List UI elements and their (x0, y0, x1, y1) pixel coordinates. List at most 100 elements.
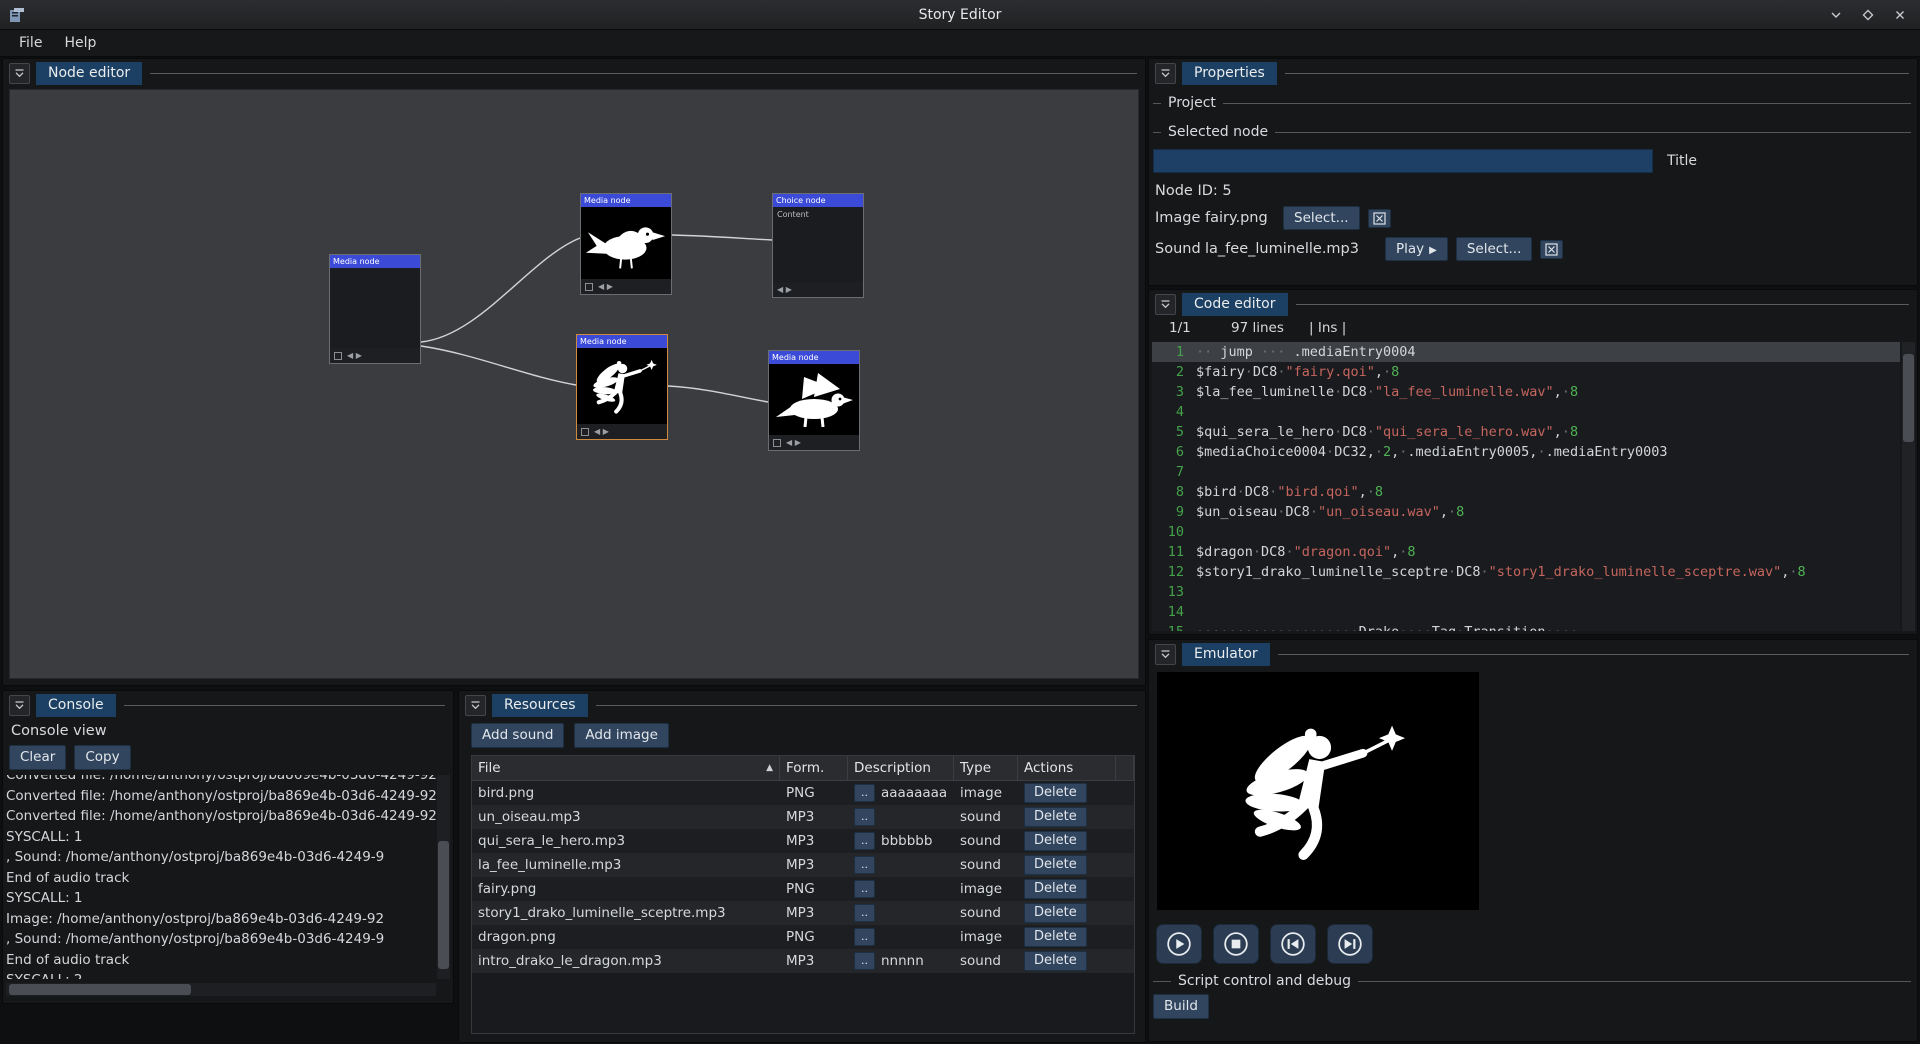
description-edit-button[interactable]: .. (854, 856, 875, 874)
node-nav-icons[interactable]: ◀ ▶ (594, 427, 609, 436)
node-controls[interactable]: ◀ ▶ (581, 279, 671, 294)
format-column-header[interactable]: Form. (780, 756, 848, 780)
node-nav-icons[interactable]: ◀ ▶ (786, 438, 801, 447)
resource-row[interactable]: bird.pngPNG..aaaaaaaaaimageDelete (472, 781, 1134, 805)
clear-button[interactable]: Clear (9, 745, 66, 770)
node-controls[interactable]: ◀ ▶ (577, 424, 667, 439)
node-nav-icons[interactable]: ◀ ▶ (598, 282, 613, 291)
console-log[interactable]: Converted file: /home/anthony/ostproj/ba… (6, 775, 436, 979)
code-line[interactable]: 4 (1152, 402, 1900, 422)
description-edit-button[interactable]: .. (854, 904, 875, 922)
scrollbar-thumb[interactable] (438, 841, 449, 969)
collapse-icon[interactable] (1155, 63, 1176, 84)
play-button[interactable] (1156, 924, 1202, 964)
rewind-button[interactable] (1270, 924, 1316, 964)
collapse-icon[interactable] (1155, 294, 1176, 315)
code-scrollbar[interactable] (1902, 342, 1915, 631)
resource-row[interactable]: fairy.pngPNG..imageDelete (472, 877, 1134, 901)
scrollbar-thumb[interactable] (9, 984, 191, 995)
stop-button[interactable] (1213, 924, 1259, 964)
maximize-button[interactable] (1860, 7, 1876, 23)
graph-node-dragon[interactable]: Media node (768, 350, 860, 451)
code-status-bar: 1/1 97 lines | Ins | (1169, 320, 1346, 336)
delete-button[interactable]: Delete (1024, 831, 1087, 851)
console-vertical-scrollbar[interactable] (437, 775, 450, 979)
resource-row[interactable]: la_fee_luminelle.mp3MP3..soundDelete (472, 853, 1134, 877)
type-cell: sound (954, 809, 1018, 825)
code-line[interactable]: 8$bird·DC8·"bird.qoi",·8 (1152, 482, 1900, 502)
file-column-header[interactable]: File ▲ (472, 756, 780, 780)
code-line[interactable]: 14 (1152, 602, 1900, 622)
description-edit-button[interactable]: .. (854, 952, 875, 970)
collapse-icon[interactable] (9, 63, 30, 84)
description-edit-button[interactable]: .. (854, 928, 875, 946)
code-line[interactable]: 6$mediaChoice0004·DC32,·2,·.mediaEntry00… (1152, 442, 1900, 462)
node-canvas[interactable]: Media node ◀ ▶ Media node (9, 89, 1139, 679)
code-line[interactable]: 9$un_oiseau·DC8·"un_oiseau.wav",·8 (1152, 502, 1900, 522)
node-nav-icons[interactable]: ◀ ▶ (777, 285, 792, 294)
copy-button[interactable]: Copy (74, 745, 130, 770)
description-edit-button[interactable]: .. (854, 784, 875, 802)
code-line[interactable]: 1·· jump ··· .mediaEntry0004 (1152, 342, 1900, 362)
resource-row[interactable]: qui_sera_le_hero.mp3MP3..bbbbbbsoundDele… (472, 829, 1134, 853)
collapse-icon[interactable] (465, 695, 486, 716)
code-text-area[interactable]: 1·· jump ··· .mediaEntry00042$fairy·DC8·… (1152, 342, 1900, 631)
graph-node-bird[interactable]: Media node (580, 193, 672, 295)
resource-row[interactable]: story1_drako_luminelle_sceptre.mp3MP3..s… (472, 901, 1134, 925)
code-line[interactable]: 3$la_fee_luminelle·DC8·"la_fee_luminelle… (1152, 382, 1900, 402)
delete-button[interactable]: Delete (1024, 807, 1087, 827)
graph-node-media-start[interactable]: Media node ◀ ▶ (329, 254, 421, 364)
add-image-button[interactable]: Add image (574, 723, 668, 748)
titlebar[interactable]: Story Editor (0, 0, 1920, 30)
code-line[interactable]: 7 (1152, 462, 1900, 482)
collapse-icon[interactable] (9, 695, 30, 716)
sound-select-button[interactable]: Select... (1456, 237, 1533, 262)
code-line[interactable]: 12$story1_drako_luminelle_sceptre·DC8·"s… (1152, 562, 1900, 582)
actions-column-header[interactable]: Actions (1018, 756, 1116, 780)
resource-row[interactable]: un_oiseau.mp3MP3..soundDelete (472, 805, 1134, 829)
add-sound-button[interactable]: Add sound (471, 723, 564, 748)
delete-button[interactable]: Delete (1024, 903, 1087, 923)
node-controls[interactable]: ◀ ▶ (769, 435, 859, 450)
delete-button[interactable]: Delete (1024, 927, 1087, 947)
image-clear-button[interactable] (1368, 209, 1391, 228)
menu-file[interactable]: File (8, 32, 53, 54)
delete-button[interactable]: Delete (1024, 879, 1087, 899)
node-controls[interactable]: ◀ ▶ (773, 282, 863, 297)
delete-button[interactable]: Delete (1024, 855, 1087, 875)
graph-node-choice[interactable]: Choice node Content ◀ ▶ (772, 193, 864, 298)
title-input[interactable] (1153, 149, 1653, 173)
type-column-header[interactable]: Type (954, 756, 1018, 780)
description-column-header[interactable]: Description (848, 756, 954, 780)
menu-help[interactable]: Help (53, 32, 107, 54)
description-edit-button[interactable]: .. (854, 880, 875, 898)
sound-clear-button[interactable] (1540, 240, 1563, 259)
minimize-button[interactable] (1828, 7, 1844, 23)
graph-node-fairy[interactable]: Media node ◀ ▶ (576, 334, 668, 440)
scrollbar-thumb[interactable] (1903, 354, 1914, 442)
code-line[interactable]: 13 (1152, 582, 1900, 602)
description-edit-button[interactable]: .. (854, 808, 875, 826)
resource-row[interactable]: dragon.pngPNG..imageDelete (472, 925, 1134, 949)
file-cell: qui_sera_le_hero.mp3 (472, 833, 780, 849)
code-line[interactable]: 2$fairy·DC8·"fairy.qoi",·8 (1152, 362, 1900, 382)
node-controls[interactable]: ◀ ▶ (330, 348, 420, 363)
build-button[interactable]: Build (1153, 994, 1209, 1019)
close-button[interactable] (1892, 7, 1908, 23)
code-text: $qui_sera_le_hero·DC8·"qui_sera_le_hero.… (1196, 422, 1578, 442)
code-line[interactable]: 11$dragon·DC8·"dragon.qoi",·8 (1152, 542, 1900, 562)
resource-row[interactable]: intro_drako_le_dragon.mp3MP3..nnnnnsound… (472, 949, 1134, 973)
code-line[interactable]: 10 (1152, 522, 1900, 542)
image-slot-icon (334, 352, 342, 360)
code-line[interactable]: 15····················Drako····Tag·Trans… (1152, 622, 1900, 631)
delete-button[interactable]: Delete (1024, 951, 1087, 971)
forward-button[interactable] (1327, 924, 1373, 964)
console-horizontal-scrollbar[interactable] (6, 983, 436, 996)
collapse-icon[interactable] (1155, 644, 1176, 665)
code-line[interactable]: 5$qui_sera_le_hero·DC8·"qui_sera_le_hero… (1152, 422, 1900, 442)
sound-play-button[interactable]: Play▶ (1385, 237, 1448, 262)
node-nav-icons[interactable]: ◀ ▶ (347, 351, 362, 360)
image-select-button[interactable]: Select... (1283, 206, 1360, 231)
delete-button[interactable]: Delete (1024, 783, 1087, 803)
description-edit-button[interactable]: .. (854, 832, 875, 850)
